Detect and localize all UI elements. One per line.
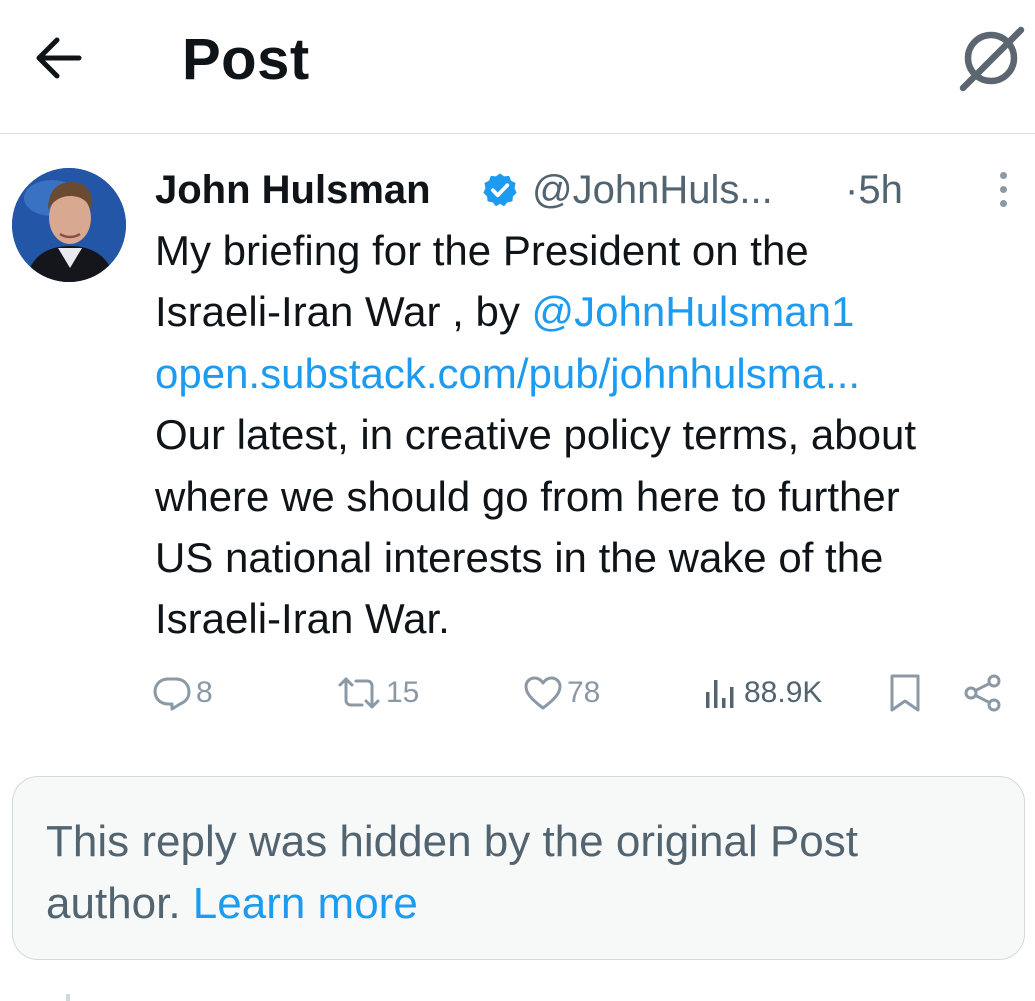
repost-icon	[338, 677, 380, 709]
hidden-reply-notice: This reply was hidden by the original Po…	[12, 776, 1025, 960]
post-text: My briefing for the President on the Isr…	[155, 220, 1025, 650]
like-button[interactable]: 78	[523, 668, 600, 718]
repost-count: 15	[386, 676, 420, 709]
verified-badge-icon	[483, 173, 517, 207]
grok-button[interactable]	[952, 22, 1028, 98]
post-text-line: Our latest, in creative policy terms, ab…	[155, 411, 916, 459]
reply-bubble-icon	[153, 677, 191, 711]
analytics-bars-icon	[706, 680, 734, 708]
back-button[interactable]	[28, 28, 88, 88]
more-dots-icon	[999, 171, 1007, 179]
mention-link[interactable]: @JohnHulsman1	[532, 288, 855, 335]
bookmark-icon	[890, 674, 920, 712]
arrow-left-icon	[36, 37, 82, 79]
post-text-line: open.substack.com/pub/johnhulsma...	[155, 343, 1025, 404]
avatar-photo	[12, 168, 126, 282]
post-text-line: where we should go from here to further	[155, 472, 900, 520]
action-bar: 8 15 78 88.9K	[150, 668, 1010, 718]
grok-icon	[959, 26, 1025, 92]
url-link[interactable]: open.substack.com/pub/johnhulsma...	[155, 350, 860, 397]
post-header: John Hulsman @JohnHuls... ·5h	[155, 165, 1015, 215]
author-name[interactable]: John Hulsman	[155, 165, 431, 215]
post-text-line: My briefing for the President on the	[155, 227, 809, 274]
reply-count: 8	[196, 676, 213, 709]
share-button[interactable]	[963, 668, 1003, 718]
share-icon	[964, 674, 1001, 712]
author-handle[interactable]: @JohnHuls...	[532, 165, 773, 215]
hidden-reply-text: This reply was hidden by the original Po…	[46, 817, 858, 928]
learn-more-link[interactable]: Learn more	[193, 879, 418, 928]
post-card[interactable]: John Hulsman @JohnHuls... ·5h My briefin…	[0, 135, 1035, 735]
thread-line	[66, 994, 70, 1001]
bookmark-button[interactable]	[888, 668, 922, 718]
post-text-line: US national interests in the wake of the	[155, 533, 884, 581]
page-title: Post	[182, 27, 310, 92]
like-count: 78	[567, 676, 601, 709]
top-bar: Post	[0, 0, 1035, 134]
heart-icon	[524, 676, 562, 710]
post-text-line: Israeli-Iran War.	[155, 595, 450, 643]
more-options-button[interactable]	[983, 167, 1023, 211]
repost-button[interactable]: 15	[336, 668, 419, 718]
author-avatar[interactable]	[12, 168, 126, 282]
views-count: 88.9K	[744, 676, 823, 709]
views-button[interactable]: 88.9K	[704, 668, 822, 718]
reply-button[interactable]: 8	[152, 668, 213, 718]
post-timestamp[interactable]: ·5h	[845, 165, 903, 215]
post-text-line: Israeli-Iran War , by @JohnHulsman1	[155, 288, 855, 336]
